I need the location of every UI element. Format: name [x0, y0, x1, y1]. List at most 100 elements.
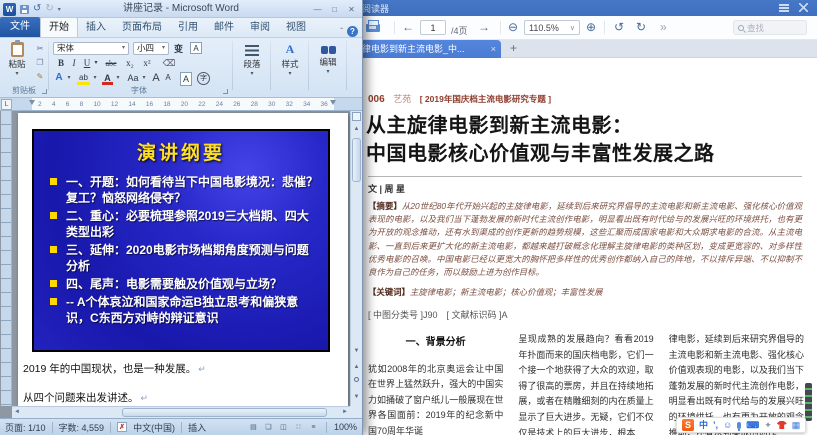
undo-icon[interactable]: ↺	[33, 3, 41, 15]
clear-formatting-icon[interactable]: ⌫	[162, 57, 176, 70]
soft-keyboard-icon[interactable]: ⌨	[746, 418, 759, 432]
zoom-in-icon[interactable]: ⊕	[586, 20, 596, 35]
status-page[interactable]: 页面: 1/10	[5, 421, 46, 434]
paragraph-group-button[interactable]: 段落 ▾	[234, 42, 270, 92]
text-effects-icon[interactable]: A	[53, 72, 65, 86]
character-shading-icon[interactable]: A	[180, 72, 192, 86]
indent-marker[interactable]	[29, 100, 35, 105]
close-tab-icon[interactable]: ×	[491, 40, 496, 58]
rotate-left-icon[interactable]: ↺	[614, 20, 624, 35]
scroll-down-icon[interactable]: ▼	[351, 345, 362, 358]
shrink-font-button[interactable]: A	[163, 72, 173, 86]
document-tab[interactable]: 律电影到新主流电影_中... ×	[355, 40, 501, 58]
highlight-dropdown-icon[interactable]: ▾	[91, 72, 99, 86]
change-case-button[interactable]: Aa	[126, 72, 140, 86]
next-page-button[interactable]: →	[478, 20, 490, 35]
status-language[interactable]: 中文(中国)	[133, 421, 175, 434]
document-paragraph[interactable]: 从四个问题来出发讲述。↵	[23, 390, 348, 405]
rotate-right-icon[interactable]: ↻	[636, 20, 646, 35]
tab-stop-selector[interactable]: L	[1, 99, 12, 110]
tab-references[interactable]: 引用	[170, 18, 206, 37]
scroll-up-icon[interactable]: ▲	[351, 123, 362, 136]
text-effects-dropdown-icon[interactable]: ▾	[65, 72, 73, 86]
paste-dropdown-icon[interactable]: ▾	[3, 70, 31, 77]
redo-icon[interactable]: ↻	[45, 3, 53, 15]
pdf-titlebar[interactable]: 阅读器	[300, 0, 817, 16]
font-dialog-launcher-icon[interactable]	[223, 89, 228, 94]
zoom-out-icon[interactable]: ⊖	[508, 20, 518, 35]
view-mode-icon[interactable]: ▤	[247, 421, 260, 433]
tab-review[interactable]: 审阅	[242, 18, 278, 37]
styles-group-button[interactable]: A 样式 ▾	[272, 42, 308, 92]
punctuation-icon[interactable]: ’,	[713, 418, 718, 432]
subscript-button[interactable]: x₂	[123, 57, 137, 70]
character-border-icon[interactable]: A	[190, 42, 202, 54]
new-tab-button[interactable]: +	[510, 41, 517, 55]
pdf-scrollbar-thumb[interactable]	[805, 383, 812, 421]
document-page[interactable]: 演讲纲要 一、开题：如何看待当下中国电影境况：悲催？复工？恼怒网络侵夺？ 二、重…	[18, 113, 348, 406]
more-tools-button[interactable]: »	[660, 20, 667, 35]
toolbox-icon[interactable]: ▦	[792, 418, 801, 432]
change-case-dropdown-icon[interactable]: ▾	[140, 72, 148, 86]
embedded-slide-image[interactable]: 演讲纲要 一、开题：如何看待当下中国电影境况：悲催？复工？恼怒网络侵夺？ 二、重…	[32, 129, 330, 352]
paste-button[interactable]: 粘贴 ▾	[3, 41, 31, 87]
word-titlebar[interactable]: W ↺ ↻ ▾ 讲座记录 - Microsoft Word — □ ✕	[0, 0, 362, 18]
emoji-icon[interactable]: ☺	[723, 418, 732, 432]
minimize-ribbon-icon[interactable]: ˆ	[340, 27, 343, 36]
search-box[interactable]	[733, 20, 807, 35]
superscript-button[interactable]: x²	[140, 57, 154, 70]
print-icon[interactable]	[366, 24, 380, 32]
vertical-scrollbar[interactable]: ▲ ▼ ▲ ▼	[350, 111, 362, 406]
previous-page-icon[interactable]: ▲	[351, 361, 362, 374]
save-icon[interactable]	[20, 5, 29, 14]
tab-home[interactable]: 开始	[40, 17, 78, 37]
right-indent-marker[interactable]	[330, 100, 336, 105]
scrollbar-thumb[interactable]	[352, 138, 361, 182]
menu-icon[interactable]	[779, 4, 789, 12]
view-mode-icon[interactable]: ❑	[262, 421, 275, 433]
bold-button[interactable]: B	[55, 57, 67, 70]
zoom-percentage[interactable]: 100%	[334, 422, 357, 432]
tab-insert[interactable]: 插入	[78, 18, 114, 37]
tab-file[interactable]: 文件	[0, 17, 40, 37]
hscrollbar-thumb[interactable]	[122, 408, 327, 417]
highlight-color-icon[interactable]: ab	[77, 72, 90, 86]
tab-page-layout[interactable]: 页面布局	[114, 18, 170, 37]
proofing-status-icon[interactable]: ✗	[117, 422, 127, 432]
zoom-level-select[interactable]: 110.5% ∨	[524, 20, 580, 35]
grow-font-button[interactable]: A	[150, 72, 162, 86]
help-icon[interactable]: ?	[347, 26, 358, 37]
status-insert-mode[interactable]: 插入	[188, 421, 206, 434]
underline-dropdown-icon[interactable]: ▾	[92, 57, 100, 70]
search-input[interactable]	[747, 23, 799, 33]
horizontal-scrollbar[interactable]: ◄ ►	[12, 406, 350, 418]
enclose-characters-icon[interactable]: 字	[197, 72, 210, 85]
ruler-toggle-icon[interactable]	[352, 112, 361, 121]
font-color-dropdown-icon[interactable]: ▾	[114, 72, 122, 86]
close-button[interactable]: ✕	[344, 2, 359, 15]
tab-mailings[interactable]: 邮件	[206, 18, 242, 37]
status-wordcount[interactable]: 字数: 4,559	[59, 421, 105, 434]
scroll-left-icon[interactable]: ◄	[12, 407, 22, 418]
skin-icon[interactable]	[777, 421, 787, 429]
view-mode-icon[interactable]: ∷	[292, 421, 305, 433]
format-painter-icon[interactable]: ✎	[33, 70, 47, 83]
font-name-select[interactable]: 宋体 ▾	[53, 42, 129, 55]
select-browse-object-icon[interactable]	[354, 377, 359, 382]
horizontal-ruler[interactable]: L 24681012141618202224262830323436	[0, 98, 362, 111]
view-mode-icon[interactable]: ≡	[307, 421, 320, 433]
strikethrough-button[interactable]: abc	[102, 57, 120, 70]
minimize-button[interactable]: —	[310, 2, 325, 15]
scroll-right-icon[interactable]: ►	[340, 407, 350, 418]
maximize-button[interactable]: □	[327, 2, 342, 15]
font-size-select[interactable]: 小四 ▾	[133, 42, 169, 55]
document-paragraph[interactable]: 2019 年的中国现状，也是一种发展。↵	[23, 361, 348, 376]
tab-view[interactable]: 视图	[278, 18, 314, 37]
editing-group-button[interactable]: 编辑 ▾	[310, 42, 346, 92]
italic-button[interactable]: I	[69, 57, 79, 70]
next-page-icon[interactable]: ▼	[351, 391, 362, 404]
vertical-ruler[interactable]	[1, 111, 12, 406]
word-app-icon[interactable]: W	[3, 3, 16, 16]
font-color-icon[interactable]: A	[102, 72, 113, 86]
page-number-input[interactable]	[420, 20, 446, 35]
